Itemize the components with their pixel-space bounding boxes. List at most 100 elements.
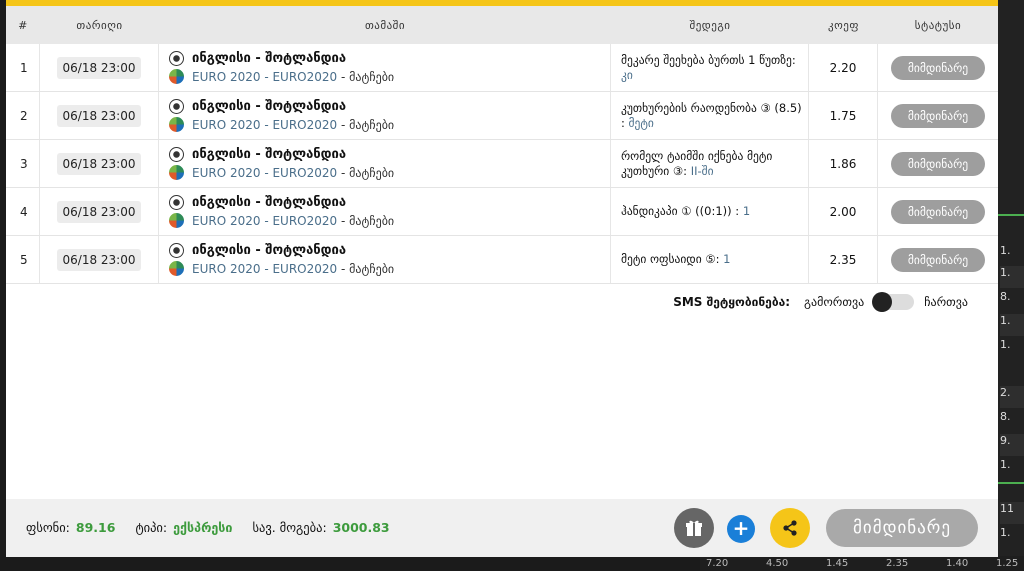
- league-suffix: - მატჩები: [340, 117, 395, 132]
- type-label: ტიპი:: [135, 520, 168, 535]
- bet-rows: 1 06/18 23:00 ინგლისი - შოტლანდია EURO 2020…: [6, 44, 998, 284]
- bet-cell: ჰანდიკაპი ① ((0:1)) : 1: [611, 188, 809, 235]
- status-button[interactable]: მიმდინარე: [891, 55, 985, 80]
- win-info: სავ. მოგება: 3000.83: [252, 520, 389, 535]
- header-status: სტატუსი: [914, 18, 962, 32]
- league-suffix: - მატჩები: [340, 165, 395, 180]
- background-odd: 1.25: [996, 558, 1019, 569]
- match-line: ინგლისი - შოტლანდია: [169, 51, 346, 66]
- date-badge: 06/18 23:00: [56, 152, 142, 175]
- game-cell: ინგლისი - შოტლანდია EURO 2020 - EURO2020 …: [159, 92, 611, 139]
- date-cell: 06/18 23:00: [40, 44, 159, 91]
- sms-notification-setting: SMS შეტყობინება: გამორთვა ჩართვა: [673, 292, 968, 312]
- date-cell: 06/18 23:00: [40, 140, 159, 187]
- background-divider: [998, 482, 1024, 484]
- status-cell: მიმდინარე: [878, 44, 998, 91]
- status-button[interactable]: მიმდინარე: [891, 199, 985, 224]
- match-name[interactable]: ინგლისი - შოტლანდია: [192, 99, 346, 114]
- win-value: 3000.83: [332, 520, 390, 535]
- background-odd: 11: [1000, 502, 1024, 524]
- background-odds-column: 1. 1. 8. 1. 1. 2. 8. 9. 1. 11 1.: [998, 0, 1024, 571]
- share-icon: [783, 520, 797, 536]
- bet-cell: მეკარე შეეხება ბურთს 1 წუთზე: კი: [611, 44, 809, 91]
- game-cell: ინგლისი - შოტლანდია EURO 2020 - EURO2020 …: [159, 140, 611, 187]
- bet-summary: ფსონი: 89.16 ტიპი: ექსპრესი სავ. მოგება: 30…: [26, 520, 390, 535]
- status-main-button[interactable]: მიმდინარე: [826, 509, 978, 547]
- odds-value: 2.20: [809, 44, 878, 91]
- background-odd: 1.: [1000, 458, 1011, 471]
- row-number: 5: [6, 236, 40, 283]
- background-odd: 1.: [1000, 314, 1024, 336]
- share-button[interactable]: [770, 508, 810, 548]
- league-line: EURO 2020 - EURO2020 - მატჩები: [169, 69, 394, 84]
- background-odd: 1.: [1000, 526, 1011, 539]
- background-odd: 4.50: [766, 558, 789, 569]
- background-odd: 9.: [1000, 434, 1024, 456]
- league-line: EURO 2020 - EURO2020 - მატჩები: [169, 213, 394, 228]
- bet-cell: რომელ ტაიმში იქნება მეტი კუთხური ③: II-შ…: [611, 140, 809, 187]
- league-line: EURO 2020 - EURO2020 - მატჩები: [169, 261, 394, 276]
- league-line: EURO 2020 - EURO2020 - მატჩები: [169, 117, 394, 132]
- match-line: ინგლისი - შოტლანდია: [169, 147, 346, 162]
- table-row: 3 06/18 23:00 ინგლისი - შოტლანდია EURO 2020…: [6, 140, 998, 188]
- match-name[interactable]: ინგლისი - შოტლანდია: [192, 243, 346, 258]
- sms-toggle[interactable]: [872, 292, 915, 312]
- date-badge: 06/18 23:00: [56, 56, 142, 79]
- euro-2020-logo-icon: [169, 261, 184, 276]
- status-button[interactable]: მიმდინარე: [891, 151, 985, 176]
- match-name[interactable]: ინგლისი - შოტლანდია: [192, 147, 346, 162]
- game-cell: ინგლისი - შოტლანდია EURO 2020 - EURO2020 …: [159, 236, 611, 283]
- bet-pick: კი: [621, 67, 633, 82]
- status-cell: მიმდინარე: [878, 140, 998, 187]
- bet-summary-footer: ფსონი: 89.16 ტიპი: ექსპრესი სავ. მოგება: 30…: [6, 499, 998, 557]
- table-row: 1 06/18 23:00 ინგლისი - შოტლანდია EURO 2020…: [6, 44, 998, 92]
- date-badge: 06/18 23:00: [56, 200, 142, 223]
- match-name[interactable]: ინგლისი - შოტლანდია: [192, 195, 346, 210]
- league-name: EURO 2020 - EURO2020: [192, 117, 338, 132]
- football-icon: [169, 243, 184, 258]
- status-button[interactable]: მიმდინარე: [891, 247, 985, 272]
- plus-icon: +: [732, 516, 750, 540]
- league-suffix: - მატჩები: [340, 69, 395, 84]
- match-line: ინგლისი - შოტლანდია: [169, 243, 346, 258]
- bet-market: მეკარე შეეხება ბურთს 1 წუთზე:: [621, 52, 796, 67]
- background-odds-row: 7.20 4.50 1.45 2.35 1.40 1.25: [700, 556, 1024, 571]
- background-odd: 8.: [1000, 290, 1011, 303]
- type-info: ტიპი: ექსპრესი: [135, 520, 232, 535]
- header-result: შედეგი: [689, 18, 731, 32]
- euro-2020-logo-icon: [169, 165, 184, 180]
- sms-on-label: ჩართვა: [924, 295, 968, 309]
- background-odd: 1.: [1000, 244, 1011, 257]
- odds-value: 1.86: [809, 140, 878, 187]
- date-badge: 06/18 23:00: [56, 248, 142, 271]
- add-button[interactable]: +: [727, 515, 755, 543]
- status-button[interactable]: მიმდინარე: [891, 103, 985, 128]
- stake-info: ფსონი: 89.16: [26, 520, 115, 535]
- football-icon: [169, 99, 184, 114]
- gift-button[interactable]: [674, 508, 714, 548]
- toggle-knob: [872, 292, 893, 312]
- game-cell: ინგლისი - შოტლანდია EURO 2020 - EURO2020 …: [159, 188, 611, 235]
- background-odd: 7.20: [706, 558, 729, 569]
- euro-2020-logo-icon: [169, 69, 184, 84]
- match-line: ინგლისი - შოტლანდია: [169, 195, 346, 210]
- bet-pick: II-ში: [690, 163, 714, 178]
- league-name: EURO 2020 - EURO2020: [192, 213, 338, 228]
- football-icon: [169, 195, 184, 210]
- bet-pick: 1: [742, 204, 751, 218]
- header-number: #: [18, 18, 28, 32]
- bet-details-modal: # თარიღი თამაში შედეგი კოეფ სტატუსი 1 06/…: [6, 0, 998, 557]
- euro-2020-logo-icon: [169, 213, 184, 228]
- row-number: 4: [6, 188, 40, 235]
- sms-label: SMS შეტყობინება:: [673, 295, 791, 309]
- odds-value: 2.35: [809, 236, 878, 283]
- table-row: 5 06/18 23:00 ინგლისი - შოტლანდია EURO 2020…: [6, 236, 998, 284]
- status-cell: მიმდინარე: [878, 236, 998, 283]
- gift-icon: [686, 520, 702, 536]
- match-name[interactable]: ინგლისი - შოტლანდია: [192, 51, 346, 66]
- league-line: EURO 2020 - EURO2020 - მატჩები: [169, 165, 394, 180]
- background-odd: 8.: [1000, 410, 1011, 423]
- league-name: EURO 2020 - EURO2020: [192, 69, 338, 84]
- league-suffix: - მატჩები: [340, 213, 395, 228]
- odds-value: 2.00: [809, 188, 878, 235]
